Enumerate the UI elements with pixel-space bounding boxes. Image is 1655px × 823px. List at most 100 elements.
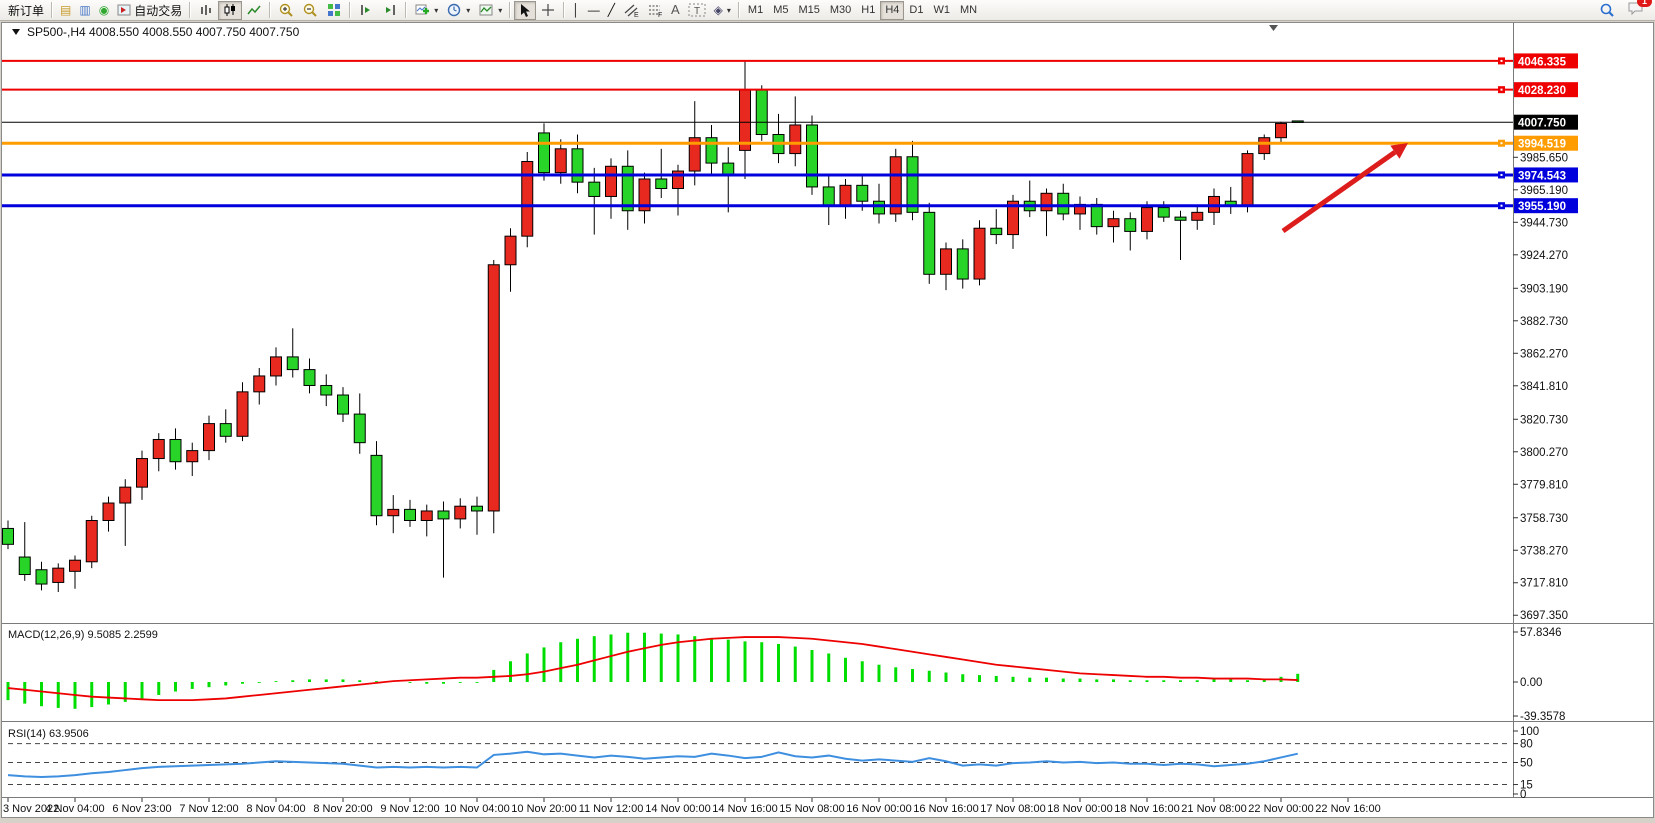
price-tick-label: 3882.730 (1520, 316, 1568, 328)
timeframe-m30-button[interactable]: M30 (825, 1, 856, 20)
level-handle-dot (1501, 89, 1503, 91)
text-label-button[interactable]: T (684, 1, 710, 20)
timeframe-m15-button[interactable]: M15 (793, 1, 824, 20)
timeframe-m1-button[interactable]: M1 (743, 1, 768, 20)
candle-body (3, 528, 14, 544)
macd-scale-label: 57.8346 (1520, 627, 1562, 639)
timeframe-h4-button[interactable]: H4 (880, 1, 904, 20)
price-tick-label: 3697.350 (1520, 610, 1568, 622)
periods-dropdown-button[interactable]: ▾ (442, 1, 474, 20)
candle-body (840, 185, 851, 206)
auto-scroll-icon (358, 2, 374, 18)
candle-body (354, 414, 365, 443)
price-tick-label: 3717.810 (1520, 578, 1568, 590)
new-order-button[interactable]: 新订单 (4, 1, 48, 20)
toolbar-separator (509, 2, 511, 18)
svg-text:T: T (694, 6, 700, 17)
candle-body (237, 392, 248, 436)
timeframe-h1-button[interactable]: H1 (856, 1, 880, 20)
price-tick-label: 3903.190 (1520, 283, 1568, 295)
notifications-button[interactable]: 1 (1627, 0, 1645, 21)
search-button[interactable] (1595, 1, 1619, 20)
price-tick-label: 3820.730 (1520, 414, 1568, 426)
line-chart-button[interactable] (242, 1, 266, 20)
timeframe-d1-button[interactable]: D1 (904, 1, 928, 20)
macd-scale-label: 0.00 (1520, 677, 1542, 689)
candle-body (1276, 123, 1287, 137)
timeframe-w1-button[interactable]: W1 (928, 1, 955, 20)
zoom-out-button[interactable] (298, 1, 322, 20)
main-toolbar: 新订单 ▤ ▥ ◉ 自动交易 ▾ ▾ ▾ │ — ╱ E F A T ◈ (0, 0, 1655, 21)
history-center-button[interactable]: ▤ (56, 1, 75, 20)
price-badge-label: 4046.335 (1518, 56, 1567, 68)
price-tick-label: 3944.730 (1520, 217, 1568, 229)
candle-body (706, 138, 717, 163)
dropdown-arrow-icon: ▾ (466, 6, 470, 15)
bar-chart-button[interactable] (194, 1, 218, 20)
candle-body (790, 125, 801, 154)
vertical-line-button[interactable]: │ (568, 1, 584, 20)
rsi-scale-label: 100 (1520, 726, 1539, 738)
candle-body (957, 249, 968, 279)
candlestick-icon (222, 2, 238, 18)
time-tick-label: 17 Nov 08:00 (980, 803, 1045, 815)
zoom-in-button[interactable] (274, 1, 298, 20)
new-chart-button[interactable]: ▾ (410, 1, 442, 20)
horizontal-line-button[interactable]: — (584, 1, 604, 20)
macd-label: MACD(12,26,9) 9.5085 2.2599 (8, 629, 158, 641)
timeframe-mn-button[interactable]: MN (955, 1, 982, 20)
time-tick-label: 10 Nov 04:00 (444, 803, 509, 815)
candlestick-chart-button[interactable] (218, 1, 242, 20)
macd-scale-label: -39.3578 (1520, 711, 1565, 723)
candle-body (924, 212, 935, 274)
zoom-in-icon (278, 2, 294, 18)
tile-windows-button[interactable] (322, 1, 346, 20)
line-chart-icon (246, 2, 262, 18)
notification-badge: 1 (1637, 0, 1652, 7)
candle-body (991, 228, 1002, 234)
time-tick-label: 6 Nov 23:00 (112, 803, 171, 815)
fibonacci-button[interactable]: F (643, 1, 667, 20)
new-order-label: 新订单 (8, 2, 44, 19)
time-tick-label: 22 Nov 16:00 (1315, 803, 1380, 815)
autotrading-button[interactable]: 自动交易 (113, 1, 186, 20)
toolbar-separator (269, 2, 271, 18)
crosshair-button[interactable] (536, 1, 560, 20)
equidistant-channel-button[interactable]: E (619, 1, 643, 20)
time-tick-label: 16 Nov 00:00 (846, 803, 911, 815)
dropdown-arrow-icon: ▾ (727, 6, 731, 15)
candle-body (1259, 138, 1270, 154)
shapes-dropdown-button[interactable]: ◈▾ (710, 1, 735, 20)
tile-windows-icon (326, 2, 342, 18)
candle-body (1108, 219, 1119, 227)
signals-button[interactable]: ◉ (95, 1, 113, 20)
candle-body (19, 557, 30, 574)
auto-scroll-button[interactable] (354, 1, 378, 20)
price-axis[interactable]: 3985.6503965.1903944.7303924.2703903.190… (1513, 152, 1568, 622)
toolbar-separator (563, 2, 565, 18)
time-tick-label: 8 Nov 04:00 (246, 803, 305, 815)
candle-body (36, 570, 47, 584)
time-tick-label: 16 Nov 16:00 (913, 803, 978, 815)
cursor-button[interactable] (514, 1, 536, 20)
market-watch-button[interactable]: ▥ (75, 1, 94, 20)
text-button[interactable]: A (667, 1, 684, 20)
templates-dropdown-button[interactable]: ▾ (474, 1, 506, 20)
candle-body (907, 157, 918, 213)
candle-body (823, 187, 834, 206)
candle-body (103, 503, 114, 520)
candle-body (488, 265, 499, 511)
bar-chart-icon (198, 2, 214, 18)
mt4-window: 新订单 ▤ ▥ ◉ 自动交易 ▾ ▾ ▾ │ — ╱ E F A T ◈ (0, 0, 1655, 823)
time-tick-label: 9 Nov 12:00 (380, 803, 439, 815)
zoom-out-icon (302, 2, 318, 18)
price-badge-label: 4007.750 (1518, 118, 1566, 130)
chart-shift-button[interactable] (378, 1, 402, 20)
candle-body (287, 357, 298, 370)
trendline-button[interactable]: ╱ (604, 1, 619, 20)
candle-body (120, 487, 131, 503)
chart-area[interactable]: SP500-,H4 4008.550 4008.550 4007.750 400… (0, 0, 1655, 823)
candle-body (572, 149, 583, 182)
candle-body (974, 228, 985, 279)
timeframe-m5-button[interactable]: M5 (768, 1, 793, 20)
